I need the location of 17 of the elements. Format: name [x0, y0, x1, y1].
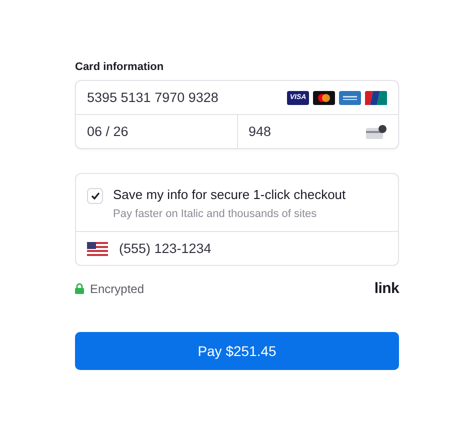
- link-logo: link: [374, 280, 399, 297]
- flag-icon: [87, 242, 108, 256]
- check-icon: [90, 192, 100, 200]
- cvc-field[interactable]: 948: [238, 115, 398, 148]
- checkbox-hint: Pay faster on Italic and thousands of sites: [113, 208, 318, 220]
- amex-logo: [339, 90, 361, 104]
- pay-button[interactable]: Pay $251.45: [75, 332, 399, 370]
- lock-icon: [75, 283, 84, 294]
- mastercard-logo: [313, 90, 335, 104]
- phone-field[interactable]: (555) 123-1234: [76, 231, 398, 265]
- checkbox-label: Save my info for secure 1-click checkout: [113, 187, 346, 202]
- cvc-card-icon: [366, 124, 387, 138]
- encrypted-label: Encrypted: [90, 282, 144, 296]
- unionpay-logo: [365, 90, 387, 104]
- checkbox[interactable]: [87, 188, 103, 204]
- field-label: Card information: [75, 61, 165, 73]
- expiry-field[interactable]: 06 / 26: [76, 115, 238, 148]
